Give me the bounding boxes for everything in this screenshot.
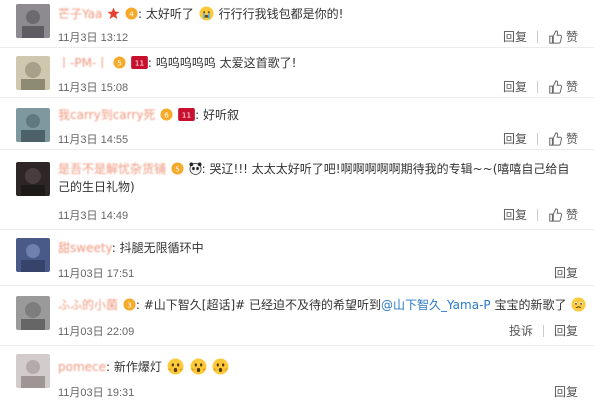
double-eleven-badge-icon: 11 <box>178 108 195 121</box>
reply-button[interactable]: 回复 <box>503 78 527 95</box>
comment-body: pomece: 新作爆灯 <box>58 358 586 376</box>
comment-body: 我carry到carry死 6 11: 好听叙 <box>58 108 239 122</box>
comment-time: 11月3日 14:49 <box>58 210 129 222</box>
vip-crown-icon: 5 <box>113 56 126 69</box>
divider <box>536 208 538 221</box>
vip-crown-icon: 4 <box>125 7 138 20</box>
username-link[interactable]: 丨-PM-丨 <box>58 56 108 70</box>
svg-text:5: 5 <box>117 58 122 67</box>
comment-text: 太好听了 <box>145 7 194 21</box>
comment-time: 11月03日 17:51 <box>58 268 135 280</box>
comment-body: 是吾不是解忧杂货铺 5 : 哭辽!!! 太太太好听了吧!啊啊啊啊啊期待我的专辑~… <box>58 162 570 194</box>
comment-item: 甜sweety: 抖腿无限循环中 11月03日 17:51 回复 <box>0 230 594 286</box>
comment-text: 新作爆灯 <box>113 360 162 374</box>
comment-time: 11月3日 15:08 <box>58 82 129 94</box>
comment-text-tail: 宝宝的新歌了 <box>490 298 567 312</box>
username-link[interactable]: ふふ的小菌 <box>58 298 118 312</box>
comment-actions: 回复 赞 <box>503 28 578 45</box>
avatar[interactable] <box>16 238 50 272</box>
thumbs-up-icon[interactable] <box>548 29 562 44</box>
svg-text:6: 6 <box>164 110 169 119</box>
comment-body: 丨-PM-丨 5 11: 呜呜呜呜呜 太爱这首歌了! <box>58 56 297 70</box>
avatar[interactable] <box>16 354 50 388</box>
svg-text:3: 3 <box>127 300 132 309</box>
shocked-emoji-icon <box>212 358 229 375</box>
comment-item: 是吾不是解忧杂货铺 5 : 哭辽!!! 太太太好听了吧!啊啊啊啊啊期待我的专辑~… <box>0 150 594 230</box>
like-button[interactable]: 赞 <box>566 206 578 223</box>
username-link[interactable]: 甜sweety <box>58 241 112 255</box>
like-button[interactable]: 赞 <box>566 28 578 45</box>
comment-item: 丨-PM-丨 5 11: 呜呜呜呜呜 太爱这首歌了! 11月3日 15:08 回… <box>0 48 594 98</box>
report-button[interactable]: 投诉 <box>509 322 533 339</box>
reply-button[interactable]: 回复 <box>554 264 578 281</box>
comment-body: ふふ的小菌 3: #山下智久[超话]# 已经迫不及待的希望听到@山下智久_Yam… <box>58 296 586 314</box>
pleading-emoji-icon <box>571 297 586 312</box>
username-link[interactable]: 芒子Yaa <box>58 7 102 21</box>
comment-actions: 回复 赞 <box>503 78 578 95</box>
divider <box>542 324 544 337</box>
comment-time: 11月03日 22:09 <box>58 326 135 338</box>
comment-body: 芒子Yaa 4: 太好听了 行行行我钱包都是你的! <box>58 6 344 21</box>
comment-time: 11月03日 19:31 <box>58 387 135 399</box>
divider <box>536 80 538 93</box>
like-button[interactable]: 赞 <box>566 78 578 95</box>
comment-time: 11月3日 13:12 <box>58 32 129 44</box>
avatar[interactable] <box>16 296 50 330</box>
reply-button[interactable]: 回复 <box>503 206 527 223</box>
comment-body: 甜sweety: 抖腿无限循环中 <box>58 241 204 255</box>
reply-button[interactable]: 回复 <box>503 28 527 45</box>
avatar[interactable] <box>16 4 50 38</box>
comment-actions: 回复 赞 <box>503 206 578 223</box>
vip-crown-icon: 3 <box>123 298 136 311</box>
avatar[interactable] <box>16 56 50 90</box>
like-button[interactable]: 赞 <box>566 130 578 147</box>
svg-text:11: 11 <box>182 110 192 119</box>
star-badge-icon <box>107 7 120 20</box>
username-link[interactable]: 我carry到carry死 <box>58 108 155 122</box>
comment-text: 呜呜呜呜呜 太爱这首歌了! <box>155 56 297 70</box>
comment-text: #山下智久[超话]# 已经迫不及待的希望听到 <box>143 298 381 312</box>
divider <box>536 30 538 43</box>
svg-text:11: 11 <box>135 58 145 67</box>
thumbs-up-icon[interactable] <box>548 131 562 146</box>
vip-crown-icon: 6 <box>160 108 173 121</box>
comment-actions: 回复 赞 <box>503 130 578 147</box>
mention-link[interactable]: @山下智久_Yama-P <box>381 298 491 312</box>
comment-item: 芒子Yaa 4: 太好听了 行行行我钱包都是你的! 11月3日 13:12 回复… <box>0 0 594 48</box>
double-eleven-badge-icon: 11 <box>131 56 148 69</box>
panda-badge-icon <box>189 162 202 175</box>
avatar[interactable] <box>16 108 50 142</box>
vip-crown-icon: 5 <box>171 162 184 175</box>
svg-text:5: 5 <box>175 164 180 173</box>
comment-actions: 回复 <box>554 264 578 281</box>
username-link[interactable]: pomece <box>58 360 106 374</box>
comment-actions: 回复 <box>554 383 578 400</box>
divider <box>536 132 538 145</box>
svg-text:4: 4 <box>129 9 134 18</box>
comment-item: pomece: 新作爆灯 11月03日 19:31 回复 <box>0 346 594 407</box>
shocked-emoji-icon <box>190 358 207 375</box>
crying-emoji-icon <box>199 6 214 21</box>
reply-button[interactable]: 回复 <box>554 322 578 339</box>
reply-button[interactable]: 回复 <box>554 383 578 400</box>
comment-item: ふふ的小菌 3: #山下智久[超话]# 已经迫不及待的希望听到@山下智久_Yam… <box>0 286 594 346</box>
avatar[interactable] <box>16 162 50 196</box>
username-link[interactable]: 是吾不是解忧杂货铺 <box>58 162 166 176</box>
comment-text: 抖腿无限循环中 <box>119 241 204 255</box>
thumbs-up-icon[interactable] <box>548 79 562 94</box>
comment-text-tail: 行行行我钱包都是你的! <box>218 7 344 21</box>
comment-actions: 投诉 回复 <box>509 322 578 339</box>
thumbs-up-icon[interactable] <box>548 207 562 222</box>
reply-button[interactable]: 回复 <box>503 130 527 147</box>
comment-item: 我carry到carry死 6 11: 好听叙 11月3日 14:55 回复 赞 <box>0 98 594 150</box>
comment-time: 11月3日 14:55 <box>58 134 129 146</box>
shocked-emoji-icon <box>167 358 184 375</box>
comment-text: 好听叙 <box>202 108 239 122</box>
